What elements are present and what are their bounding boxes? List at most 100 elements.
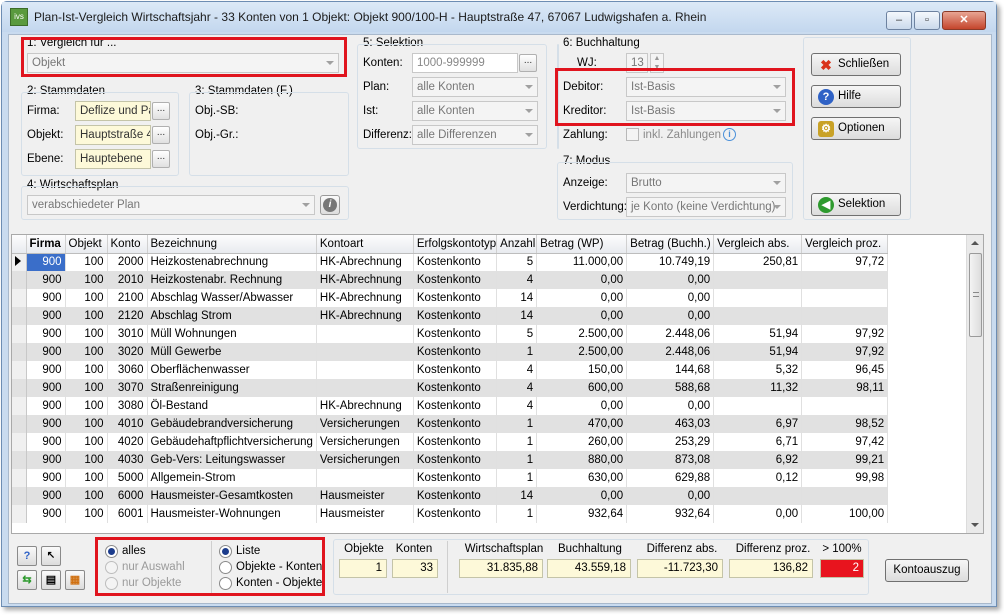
table-row[interactable]: 900 100 4030 Geb-Vers: Leitungswasser Versic… bbox=[12, 451, 889, 469]
table-row[interactable]: 900 100 2000 Heizkostenabrechnung HK-Abrechn… bbox=[12, 253, 889, 271]
table-cell[interactable] bbox=[713, 271, 803, 289]
table-cell[interactable]: 1 bbox=[496, 343, 538, 361]
column-header[interactable]: Anzahl bbox=[496, 235, 538, 254]
konten-browse-button[interactable]: ... bbox=[519, 54, 537, 72]
table-cell[interactable]: 932,64 bbox=[626, 505, 715, 523]
table-cell[interactable] bbox=[801, 397, 889, 415]
table-cell[interactable]: 5 bbox=[496, 253, 538, 271]
table-cell[interactable]: 4 bbox=[496, 361, 538, 379]
wirtschaftsplan-info-button[interactable]: i bbox=[320, 195, 340, 215]
table-cell[interactable]: 144,68 bbox=[626, 361, 715, 379]
table-cell[interactable]: 51,94 bbox=[713, 325, 803, 343]
table-row[interactable]: 900 100 3020 Müll Gewerbe Kostenkonto 1 2.500,… bbox=[12, 343, 889, 361]
table-cell[interactable]: 900 bbox=[26, 343, 66, 361]
table-cell[interactable]: Versicherungen bbox=[316, 415, 414, 433]
table-cell[interactable]: 630,00 bbox=[536, 469, 628, 487]
schliessen-button[interactable]: ✖ Schließen bbox=[811, 53, 901, 76]
table-cell[interactable]: 2.448,06 bbox=[626, 343, 715, 361]
table-cell[interactable]: 100,00 bbox=[801, 505, 889, 523]
firma-browse-button[interactable]: ... bbox=[152, 102, 170, 120]
table-cell[interactable] bbox=[713, 307, 803, 325]
table-cell[interactable] bbox=[316, 379, 414, 397]
table-cell[interactable]: Kostenkonto bbox=[413, 271, 498, 289]
table-cell[interactable]: 96,45 bbox=[801, 361, 889, 379]
close-button[interactable]: ✕ bbox=[942, 11, 986, 30]
table-cell[interactable]: 11.000,00 bbox=[536, 253, 628, 271]
table-cell[interactable]: 97,92 bbox=[801, 325, 889, 343]
table-cell[interactable] bbox=[713, 487, 803, 505]
ist-combo[interactable]: alle Konten bbox=[412, 101, 538, 121]
table-row[interactable]: 900 100 3070 Straßenreinigung Kostenkonto 4 60… bbox=[12, 379, 889, 397]
table-cell[interactable]: 880,00 bbox=[536, 451, 628, 469]
table-cell[interactable] bbox=[316, 325, 414, 343]
table-cell[interactable]: 1 bbox=[496, 415, 538, 433]
table-cell[interactable]: Kostenkonto bbox=[413, 415, 498, 433]
table-cell[interactable]: 260,00 bbox=[536, 433, 628, 451]
table-cell[interactable]: Abschlag Strom bbox=[147, 307, 317, 325]
table-cell[interactable]: Hausmeister-Gesamtkosten bbox=[147, 487, 317, 505]
table-cell[interactable]: 100 bbox=[65, 415, 108, 433]
table-cell[interactable] bbox=[316, 343, 414, 361]
table-cell[interactable]: 100 bbox=[65, 433, 108, 451]
table-cell[interactable]: Heizkostenabr. Rechnung bbox=[147, 271, 317, 289]
column-header[interactable]: Bezeichnung bbox=[147, 235, 317, 254]
table-cell[interactable]: 10.749,19 bbox=[626, 253, 715, 271]
table-cell[interactable]: 6001 bbox=[107, 505, 148, 523]
column-header[interactable]: Betrag (Buchh.) bbox=[626, 235, 715, 254]
table-cell[interactable]: Hausmeister bbox=[316, 487, 414, 505]
ebene-browse-button[interactable]: ... bbox=[152, 150, 170, 168]
table-cell[interactable]: 100 bbox=[65, 397, 108, 415]
table-cell[interactable]: 600,00 bbox=[536, 379, 628, 397]
table-cell[interactable]: 4010 bbox=[107, 415, 148, 433]
table-cell[interactable]: 0,00 bbox=[626, 289, 715, 307]
table-cell[interactable]: 0,00 bbox=[536, 307, 628, 325]
table-cell[interactable]: 932,64 bbox=[536, 505, 628, 523]
table-cell[interactable]: 5000 bbox=[107, 469, 148, 487]
table-cell[interactable]: 1 bbox=[496, 505, 538, 523]
pointer-icon-button[interactable]: ↖ bbox=[41, 546, 61, 566]
column-header[interactable]: Vergleich abs. bbox=[713, 235, 803, 254]
scroll-up-icon[interactable] bbox=[971, 241, 979, 245]
help-icon-button[interactable]: ? bbox=[17, 546, 37, 566]
table-cell[interactable]: Kostenkonto bbox=[413, 361, 498, 379]
table-cell[interactable]: 51,94 bbox=[713, 343, 803, 361]
minimize-button[interactable]: – bbox=[886, 11, 912, 30]
table-cell[interactable]: 100 bbox=[65, 487, 108, 505]
table-cell[interactable]: 14 bbox=[496, 487, 538, 505]
table-cell[interactable]: 900 bbox=[26, 451, 66, 469]
table-cell[interactable]: 2120 bbox=[107, 307, 148, 325]
refresh-icon-button[interactable]: ⇆ bbox=[17, 570, 37, 590]
table-cell[interactable]: 0,00 bbox=[626, 271, 715, 289]
anzeige-combo[interactable]: Brutto bbox=[626, 173, 786, 193]
table-cell[interactable]: 2000 bbox=[107, 253, 148, 271]
table-cell[interactable]: 463,03 bbox=[626, 415, 715, 433]
table-row[interactable]: 900 100 4020 Gebäudehaftpflichtversicherung… bbox=[12, 433, 889, 451]
table-cell[interactable]: 11,32 bbox=[713, 379, 803, 397]
table-cell[interactable]: 97,72 bbox=[801, 253, 889, 271]
table-cell[interactable]: 4 bbox=[496, 271, 538, 289]
table-cell[interactable]: Allgemein-Strom bbox=[147, 469, 317, 487]
table-cell[interactable]: 97,42 bbox=[801, 433, 889, 451]
table-cell[interactable]: 100 bbox=[65, 307, 108, 325]
table-cell[interactable]: 100 bbox=[65, 361, 108, 379]
print-icon-button[interactable]: ▤ bbox=[41, 570, 61, 590]
table-cell[interactable] bbox=[801, 487, 889, 505]
table-cell[interactable]: Kostenkonto bbox=[413, 451, 498, 469]
table-cell[interactable]: Straßenreinigung bbox=[147, 379, 317, 397]
table-cell[interactable]: 0,00 bbox=[626, 397, 715, 415]
table-cell[interactable]: Kostenkonto bbox=[413, 307, 498, 325]
table-cell[interactable]: Geb-Vers: Leitungswasser bbox=[147, 451, 317, 469]
table-cell[interactable]: 900 bbox=[26, 469, 66, 487]
vertical-scrollbar[interactable] bbox=[966, 235, 983, 533]
table-cell[interactable]: 99,98 bbox=[801, 469, 889, 487]
table-cell[interactable]: 2100 bbox=[107, 289, 148, 307]
table-cell[interactable]: 3020 bbox=[107, 343, 148, 361]
ebene-field[interactable]: Hauptebene bbox=[75, 149, 151, 169]
table-cell[interactable] bbox=[713, 397, 803, 415]
table-cell[interactable]: 588,68 bbox=[626, 379, 715, 397]
table-cell[interactable]: Kostenkonto bbox=[413, 253, 498, 271]
table-cell[interactable]: 100 bbox=[65, 379, 108, 397]
table-cell[interactable]: Gebäudehaftpflichtversicherung bbox=[147, 433, 317, 451]
firma-field[interactable]: Deflize und Par bbox=[75, 101, 151, 121]
column-header[interactable]: Konto bbox=[107, 235, 148, 254]
